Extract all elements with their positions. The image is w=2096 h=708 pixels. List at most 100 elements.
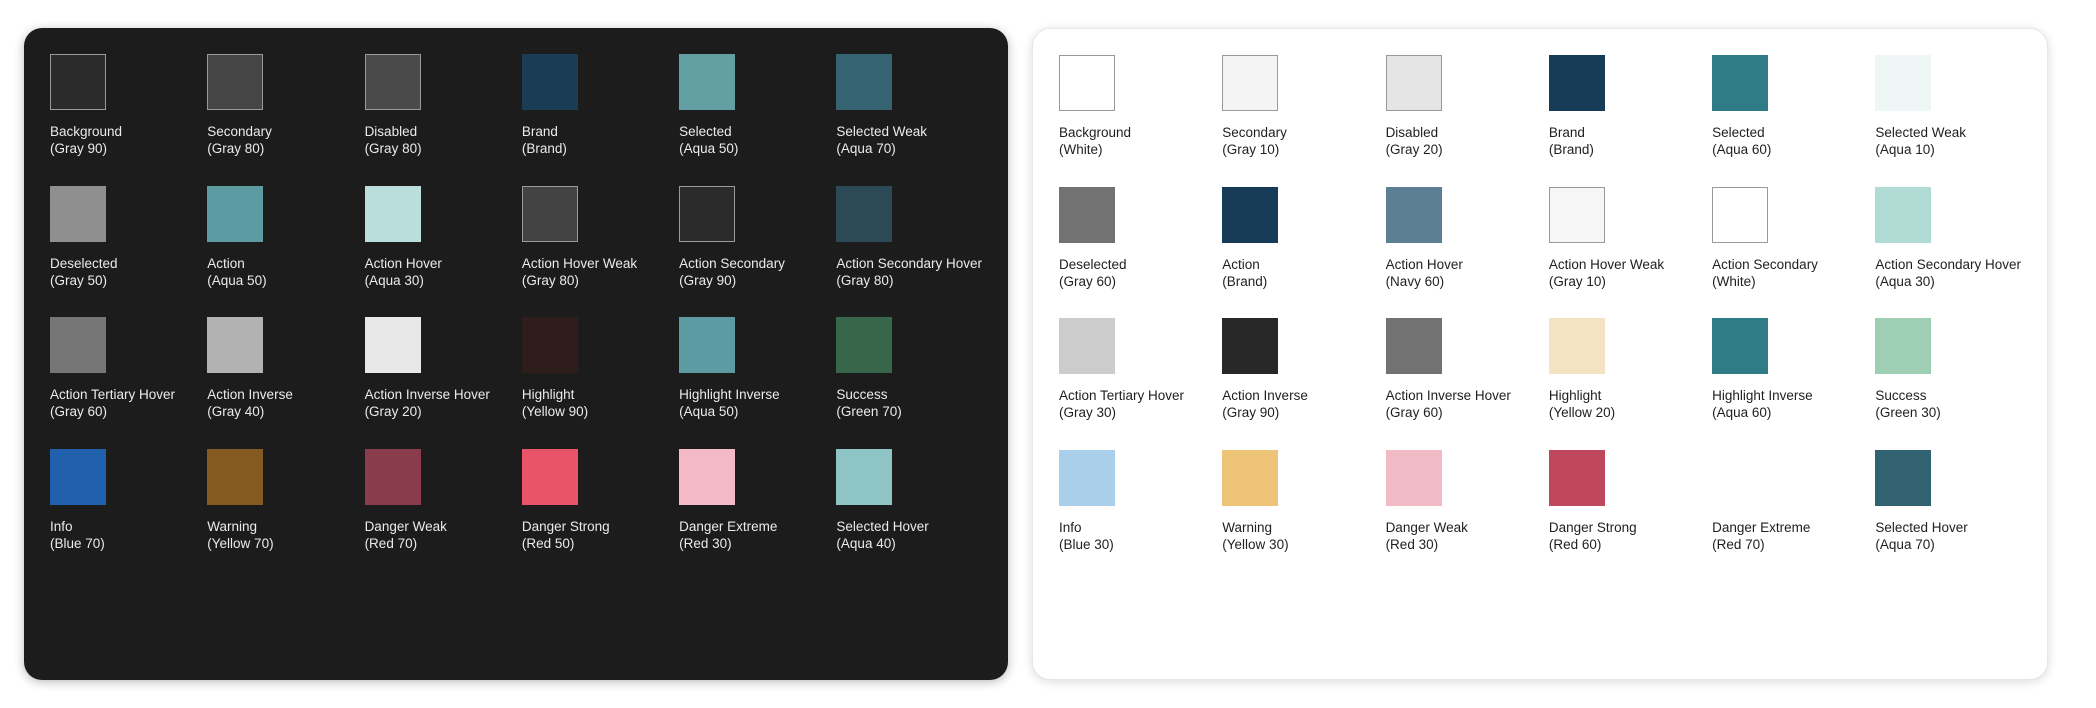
color-swatch xyxy=(1222,186,1279,243)
swatch-token: (Yellow 90) xyxy=(521,404,589,420)
color-swatch xyxy=(364,54,421,110)
swatch-labels: Action Inverse Hover (Gray 60) xyxy=(1386,387,1511,422)
swatch-labels: Background (Gray 90) xyxy=(50,123,122,158)
swatch-name: Danger Extreme xyxy=(679,518,778,534)
color-swatch xyxy=(836,448,893,505)
swatch-labels: Brand (Brand) xyxy=(1549,124,1594,159)
swatch-token: (Brand) xyxy=(1222,273,1268,289)
color-swatch xyxy=(1385,186,1442,243)
color-swatch xyxy=(1059,55,1115,111)
swatch-token: (Red 60) xyxy=(1548,536,1602,552)
swatch-cell: Selected (Aqua 50) xyxy=(679,54,822,158)
color-swatch xyxy=(1222,449,1279,506)
swatch-labels: Warning (Yellow 30) xyxy=(1222,519,1288,554)
swatch-labels: Action Tertiary Hover (Gray 60) xyxy=(50,386,175,421)
swatch-name: Action Secondary Hover xyxy=(836,255,982,271)
color-swatch xyxy=(1059,186,1115,243)
swatch-token: (Brand) xyxy=(521,141,567,157)
swatch-token: (Blue 70) xyxy=(50,535,105,551)
light-theme-panel: Background (White) Secondary (Gray 10) Disab… xyxy=(1032,28,2048,680)
swatch-labels: Selected (Aqua 60) xyxy=(1712,124,1771,159)
swatch-name: Action Secondary xyxy=(679,255,785,271)
swatch-labels: Secondary (Gray 80) xyxy=(207,123,272,158)
swatch-name: Action Hover Weak xyxy=(521,255,638,271)
color-swatch xyxy=(836,185,893,242)
swatch-cell: Highlight (Yellow 90) xyxy=(521,317,665,421)
color-swatch xyxy=(679,185,736,242)
color-swatch xyxy=(207,54,264,110)
swatch-token: (Aqua 70) xyxy=(836,141,896,157)
swatch-token: (Yellow 30) xyxy=(1222,536,1289,552)
swatch-name: Danger Weak xyxy=(1385,519,1468,535)
swatch-cell: Action Secondary (White) xyxy=(1712,186,1849,291)
swatch-labels: Danger Extreme (Red 70) xyxy=(1712,519,1810,554)
swatch-cell: Highlight Inverse (Aqua 60) xyxy=(1712,318,1849,422)
swatch-cell: Action Inverse Hover (Gray 60) xyxy=(1385,318,1523,422)
swatch-name: Warning xyxy=(1222,519,1273,535)
swatch-token: (Gray 50) xyxy=(50,272,108,288)
swatch-name: Danger Strong xyxy=(1548,519,1637,535)
swatch-cell: Action Hover Weak (Gray 10) xyxy=(1548,186,1686,291)
swatch-labels: Success (Green 70) xyxy=(836,386,901,421)
swatch-labels: Warning (Yellow 70) xyxy=(207,518,273,553)
color-swatch xyxy=(1059,318,1115,375)
swatch-name: Selected Hover xyxy=(836,518,929,534)
color-swatch xyxy=(1548,186,1605,243)
swatch-name: Action Inverse Hover xyxy=(364,387,490,403)
swatch-labels: Danger Weak (Red 30) xyxy=(1386,519,1468,554)
swatch-labels: Secondary (Gray 10) xyxy=(1222,124,1287,159)
swatch-token: (Blue 30) xyxy=(1059,536,1114,552)
swatch-cell: Background (White) xyxy=(1059,55,1196,159)
swatch-labels: Selected Weak (Aqua 10) xyxy=(1875,124,1966,159)
swatch-name: Secondary xyxy=(207,124,272,139)
color-swatch xyxy=(207,185,264,242)
swatch-labels: Action Inverse Hover (Gray 20) xyxy=(365,386,490,421)
swatch-labels: Danger Strong (Red 60) xyxy=(1549,519,1637,554)
color-swatch xyxy=(679,54,736,110)
swatch-cell: Action Inverse (Gray 40) xyxy=(207,317,350,421)
swatch-labels: Highlight (Yellow 20) xyxy=(1549,387,1615,422)
swatch-token: (Red 30) xyxy=(679,535,732,551)
swatch-cell: Selected Hover (Aqua 70) xyxy=(1875,449,2021,554)
swatch-labels: Action Hover Weak (Gray 10) xyxy=(1549,256,1664,291)
swatch-token: (Gray 80) xyxy=(836,272,894,288)
swatch-token: (Gray 30) xyxy=(1059,405,1117,421)
color-swatch xyxy=(1712,450,1768,506)
swatch-cell: Danger Extreme (Red 70) xyxy=(1712,450,1849,554)
swatch-token: (Yellow 20) xyxy=(1548,405,1616,421)
color-swatch xyxy=(50,54,106,110)
swatch-labels: Disabled (Gray 80) xyxy=(365,123,422,158)
swatch-token: (Red 70) xyxy=(1712,536,1765,552)
swatch-token: (Aqua 60) xyxy=(1712,142,1772,158)
swatch-name: Action Inverse xyxy=(207,387,293,403)
swatch-name: Selected xyxy=(1712,125,1765,140)
swatch-cell: Deselected (Gray 60) xyxy=(1059,186,1196,291)
swatch-cell: Action Hover (Navy 60) xyxy=(1385,186,1523,291)
swatch-token: (Aqua 40) xyxy=(836,535,896,551)
swatch-cell: Selected (Aqua 60) xyxy=(1712,55,1849,159)
swatch-name: Action Inverse xyxy=(1222,388,1308,404)
swatch-name: Selected Weak xyxy=(836,124,927,139)
swatch-token: (Brand) xyxy=(1548,142,1594,158)
swatch-cell: Warning (Yellow 30) xyxy=(1222,449,1359,554)
color-swatch xyxy=(207,448,264,505)
color-swatch xyxy=(836,54,893,110)
swatch-labels: Disabled (Gray 20) xyxy=(1386,124,1443,159)
swatch-labels: Highlight (Yellow 90) xyxy=(522,386,588,421)
swatch-name: Highlight Inverse xyxy=(1712,388,1813,404)
swatch-labels: Action (Aqua 50) xyxy=(207,255,266,290)
swatch-name: Success xyxy=(836,387,888,403)
color-swatch xyxy=(1548,55,1605,111)
swatch-labels: Action Hover (Aqua 30) xyxy=(365,255,442,290)
swatch-labels: Highlight Inverse (Aqua 60) xyxy=(1712,387,1813,422)
swatch-labels: Selected Weak (Aqua 70) xyxy=(836,123,927,158)
color-swatch xyxy=(1059,449,1115,506)
swatch-token: (White) xyxy=(1059,142,1103,158)
swatch-labels: Action Inverse (Gray 40) xyxy=(207,386,293,421)
swatch-name: Action Secondary xyxy=(1712,256,1818,272)
swatch-cell: Action (Aqua 50) xyxy=(207,185,350,290)
color-swatch xyxy=(364,448,421,505)
swatch-name: Action Inverse Hover xyxy=(1385,388,1511,404)
swatch-token: (Aqua 50) xyxy=(679,404,739,420)
swatch-cell: Action (Brand) xyxy=(1222,186,1359,291)
